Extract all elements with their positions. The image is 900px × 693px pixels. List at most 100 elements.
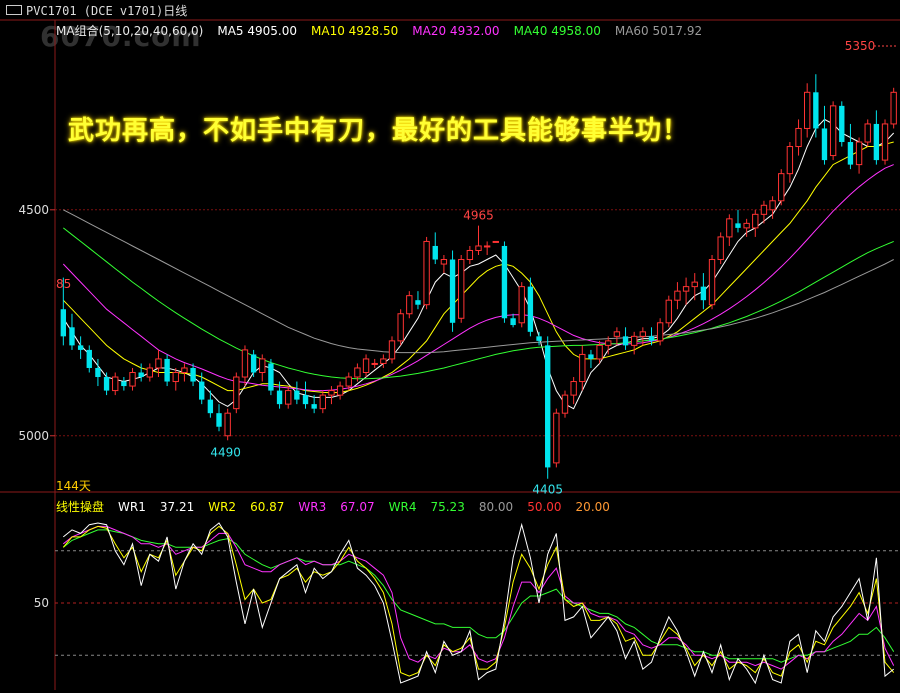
candle <box>121 377 127 391</box>
label-period-144: 144天 <box>56 479 91 493</box>
candle-body <box>129 372 136 387</box>
candle-body <box>665 299 672 324</box>
candle-body <box>302 395 309 405</box>
candle <box>501 241 508 323</box>
candle <box>371 358 378 368</box>
candle-body <box>579 353 586 383</box>
candle <box>674 282 681 310</box>
candle <box>717 232 724 265</box>
candle-body <box>199 381 205 400</box>
candle-body <box>839 105 845 143</box>
candle-body <box>492 240 499 243</box>
candle <box>415 291 421 310</box>
candle <box>855 137 863 174</box>
candle-body <box>276 390 283 405</box>
candle <box>285 386 292 409</box>
candle-body <box>553 412 560 464</box>
candle <box>665 295 672 328</box>
candle <box>492 240 499 243</box>
candle <box>432 232 438 265</box>
candle <box>483 241 491 255</box>
candle <box>112 372 119 396</box>
candle <box>708 255 716 310</box>
candle-body <box>466 249 474 261</box>
chart-canvas[interactable]: 5000 4500 50 5350 4965 4490 4405 144天 85 <box>0 0 900 693</box>
candle-body <box>86 349 92 368</box>
candle <box>839 101 845 147</box>
candle <box>423 236 430 310</box>
candle <box>752 209 759 237</box>
candle-body <box>345 376 352 387</box>
candle-body <box>164 358 170 382</box>
candle-body <box>311 404 317 409</box>
candle-body <box>631 335 638 346</box>
candle-body <box>813 92 819 129</box>
candle-body <box>397 313 404 342</box>
label-high-5350: 5350 <box>845 39 876 53</box>
candle-body <box>69 327 75 346</box>
candle <box>103 372 110 396</box>
candle <box>813 74 819 138</box>
candle <box>682 277 690 305</box>
candle-body <box>112 376 119 392</box>
candle-body <box>873 123 880 161</box>
candle-body <box>371 362 378 365</box>
candle-body <box>354 367 361 378</box>
candle-body <box>155 358 162 369</box>
candle-body <box>181 367 188 374</box>
candle <box>735 209 741 233</box>
candle-body <box>855 141 863 166</box>
candle <box>691 273 698 301</box>
candle-body <box>588 354 594 359</box>
candle <box>336 381 344 400</box>
candle-body <box>795 127 802 148</box>
candle <box>786 142 794 183</box>
candle-body <box>241 349 249 378</box>
candle-body <box>536 336 542 341</box>
candle <box>181 363 188 382</box>
candle-body <box>760 204 768 215</box>
label-partial-left: 85 <box>56 277 71 291</box>
candle <box>821 105 828 165</box>
candle-body <box>475 245 482 251</box>
candle <box>579 345 586 391</box>
candle-body <box>336 385 344 396</box>
candle-body <box>847 142 854 165</box>
candle-body <box>103 377 110 391</box>
candle <box>656 318 664 346</box>
candle <box>199 372 205 405</box>
candle <box>328 386 335 405</box>
candle <box>570 377 577 405</box>
ma-line-ma5 <box>62 118 895 410</box>
candle-body <box>415 300 421 305</box>
candle <box>864 119 871 147</box>
candle-body <box>708 259 716 306</box>
candle-body <box>121 381 127 387</box>
candle <box>69 313 75 350</box>
candle-body <box>268 363 274 391</box>
candle-body <box>545 345 551 468</box>
candle <box>250 349 257 378</box>
candle-body <box>605 340 612 346</box>
candle-body <box>388 340 396 360</box>
candle-body <box>501 245 508 319</box>
candle-body <box>622 336 629 346</box>
candle-body <box>440 259 448 265</box>
candle-body <box>458 259 465 319</box>
candle <box>778 169 785 206</box>
ma-line-ma10 <box>62 141 894 394</box>
candle <box>397 309 404 346</box>
candle-body <box>138 372 144 378</box>
candle-body <box>786 146 794 175</box>
candle-body <box>233 376 240 410</box>
candle <box>890 87 897 129</box>
candle-body <box>250 354 257 373</box>
candle-body <box>700 286 707 301</box>
candle-body <box>510 318 516 326</box>
candle-body <box>613 331 621 337</box>
candle <box>294 381 300 405</box>
candle-body <box>77 345 84 350</box>
price-tick-label: 5000 <box>18 429 49 443</box>
candle <box>726 214 733 246</box>
candle-body <box>691 281 698 288</box>
